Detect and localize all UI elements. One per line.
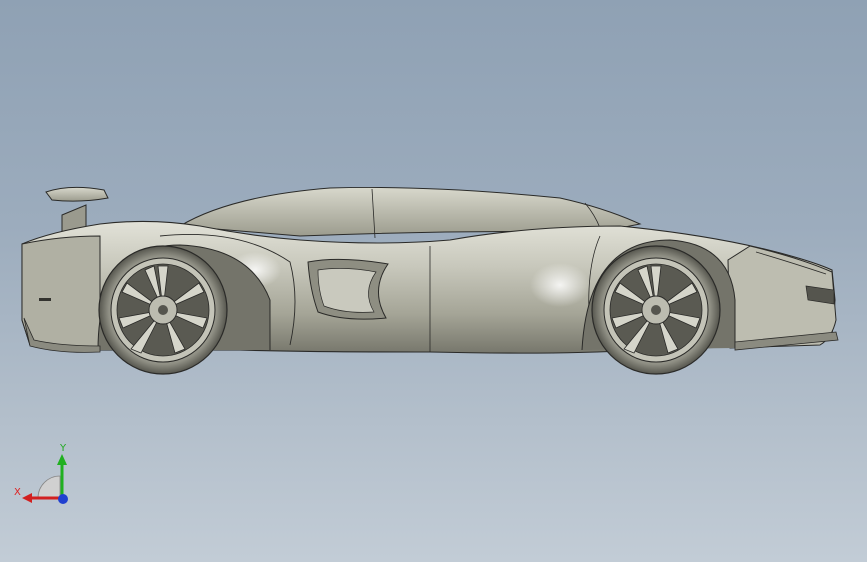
x-axis-label: X [14,487,21,498]
graphics-viewport[interactable]: Y X [0,0,867,562]
y-axis-label: Y [59,443,67,454]
front-wheel [591,245,721,375]
rear-wheel [98,245,228,375]
car-model[interactable] [0,0,867,562]
rear-fascia [21,235,101,351]
z-axis-dot [58,494,68,504]
axis-triad: Y X [14,443,68,504]
triad-plane [37,475,61,499]
